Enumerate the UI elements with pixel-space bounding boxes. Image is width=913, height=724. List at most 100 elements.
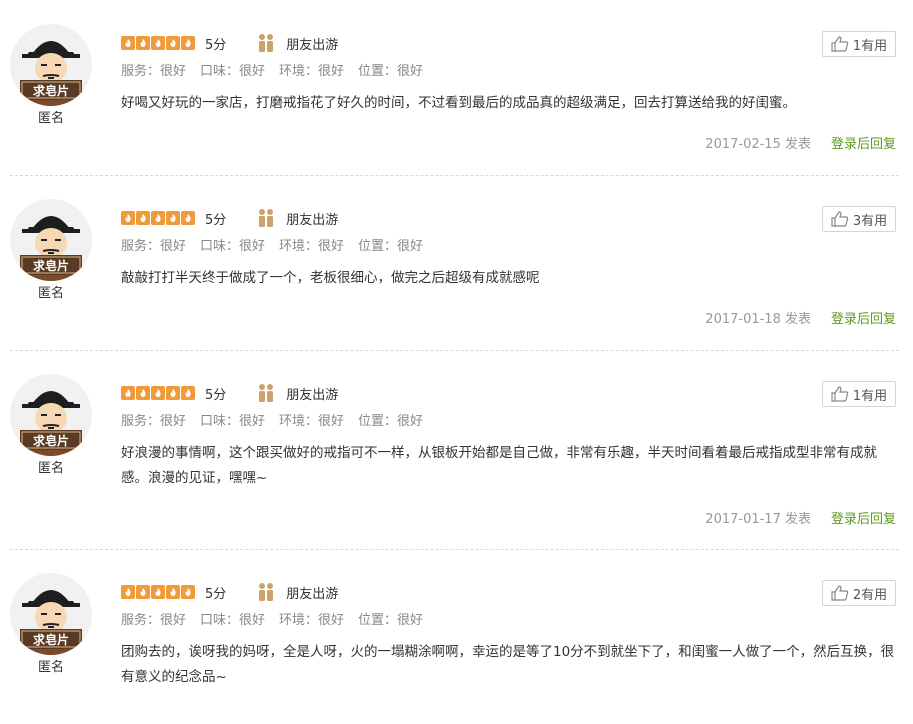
- useful-button[interactable]: 2有用: [822, 580, 896, 606]
- star-icon: [181, 585, 195, 599]
- avatar-banner-text: 求皂片: [33, 433, 69, 448]
- avatar[interactable]: 求皂片: [10, 374, 92, 456]
- sub-rating-item: 环境：很好: [279, 239, 345, 254]
- star-icon: [121, 36, 135, 50]
- sub-rating-item: 环境：很好: [279, 414, 345, 429]
- review-divider: [10, 549, 899, 550]
- avatar[interactable]: 求皂片: [10, 24, 92, 106]
- star-rating: [121, 585, 195, 599]
- user-name[interactable]: 匿名: [8, 460, 94, 478]
- post-date: 2017-01-17 发表: [705, 512, 811, 527]
- avatar-portrait-icon: 求皂片: [10, 573, 92, 655]
- review-meta: 2017-02-15 发表 登录后回复: [705, 133, 896, 152]
- review-item: 求皂片 匿名 5分 朋友出游 服务：很好 口味：很好 环境：很好 位置：很好 好喝又好…: [0, 0, 913, 175]
- reply-link[interactable]: 登录后回复: [831, 508, 896, 527]
- score-text: 5分: [205, 387, 227, 403]
- star-icon: [181, 36, 195, 50]
- star-rating: [121, 36, 195, 50]
- star-icon: [121, 211, 135, 225]
- star-icon: [181, 211, 195, 225]
- friends-trip-icon: [256, 33, 276, 53]
- user-name[interactable]: 匿名: [8, 285, 94, 303]
- sub-rating-item: 位置：很好: [358, 64, 424, 79]
- star-icon: [151, 36, 165, 50]
- sub-rating-item: 位置：很好: [358, 414, 424, 429]
- rating-row: 5分 朋友出游: [121, 33, 338, 53]
- star-icon: [151, 386, 165, 400]
- useful-button[interactable]: 1有用: [822, 381, 896, 407]
- rating-row: 5分 朋友出游: [121, 208, 338, 228]
- star-icon: [166, 386, 180, 400]
- post-date: 2017-02-15 发表: [705, 137, 811, 152]
- user-block: 求皂片 匿名: [8, 573, 94, 677]
- sub-rating-item: 口味：很好: [200, 613, 266, 628]
- review-item: 求皂片 匿名 5分 朋友出游 服务：很好 口味：很好 环境：很好 位置：很好 敲敲打打…: [0, 175, 913, 350]
- sub-ratings: 服务：很好 口味：很好 环境：很好 位置：很好: [121, 410, 423, 429]
- user-name[interactable]: 匿名: [8, 110, 94, 128]
- friends-trip-icon: [256, 383, 276, 403]
- avatar-portrait-icon: 求皂片: [10, 24, 92, 106]
- friends-trip-icon: [256, 208, 276, 228]
- star-rating: [121, 386, 195, 400]
- reply-link[interactable]: 登录后回复: [831, 308, 896, 327]
- star-icon: [136, 36, 150, 50]
- user-block: 求皂片 匿名: [8, 374, 94, 478]
- star-icon: [136, 386, 150, 400]
- star-icon: [121, 386, 135, 400]
- thumbs-up-icon: [831, 211, 849, 227]
- star-icon: [121, 585, 135, 599]
- post-date: 2017-01-18 发表: [705, 312, 811, 327]
- trip-type-label: 朋友出游: [286, 212, 339, 228]
- review-comment: 敲敲打打半天终于做成了一个，老板很细心，做完之后超级有成就感呢: [121, 270, 540, 286]
- score-text: 5分: [205, 586, 227, 602]
- star-icon: [151, 585, 165, 599]
- trip-type-label: 朋友出游: [286, 37, 339, 53]
- score-text: 5分: [205, 212, 227, 228]
- useful-count: 3有用: [852, 213, 888, 229]
- sub-rating-item: 服务：很好: [121, 414, 187, 429]
- useful-count: 1有用: [852, 388, 888, 404]
- review-item: 求皂片 匿名 5分 朋友出游 服务：很好 口味：很好 环境：很好 位置：很好 好浪漫的…: [0, 350, 913, 527]
- sub-rating-item: 口味：很好: [200, 414, 266, 429]
- friends-trip-icon: [256, 582, 276, 602]
- review-item: 求皂片 匿名 5分 朋友出游 服务：很好 口味：很好 环境：很好 位置：很好 团购去的…: [0, 549, 913, 724]
- useful-button[interactable]: 1有用: [822, 31, 896, 57]
- thumbs-up-icon: [831, 36, 849, 52]
- thumbs-up-icon: [831, 585, 849, 601]
- user-block: 求皂片 匿名: [8, 24, 94, 128]
- review-meta: 2017-01-17 发表 登录后回复: [705, 508, 896, 527]
- star-icon: [136, 585, 150, 599]
- user-name[interactable]: 匿名: [8, 659, 94, 677]
- star-icon: [136, 211, 150, 225]
- star-icon: [166, 36, 180, 50]
- reply-link[interactable]: 登录后回复: [831, 133, 896, 152]
- score-text: 5分: [205, 37, 227, 53]
- star-icon: [151, 211, 165, 225]
- trip-type-label: 朋友出游: [286, 586, 339, 602]
- star-rating: [121, 211, 195, 225]
- sub-rating-item: 环境：很好: [279, 64, 345, 79]
- trip-type-label: 朋友出游: [286, 387, 339, 403]
- sub-rating-item: 环境：很好: [279, 613, 345, 628]
- sub-ratings: 服务：很好 口味：很好 环境：很好 位置：很好: [121, 235, 423, 254]
- avatar-banner-text: 求皂片: [33, 258, 69, 273]
- sub-ratings: 服务：很好 口味：很好 环境：很好 位置：很好: [121, 60, 423, 79]
- avatar-portrait-icon: 求皂片: [10, 199, 92, 281]
- rating-row: 5分 朋友出游: [121, 383, 338, 403]
- avatar-banner-text: 求皂片: [33, 83, 69, 98]
- avatar[interactable]: 求皂片: [10, 573, 92, 655]
- sub-rating-item: 服务：很好: [121, 613, 187, 628]
- review-divider: [10, 175, 899, 176]
- review-meta: 2017-01-18 发表 登录后回复: [705, 308, 896, 327]
- star-icon: [181, 386, 195, 400]
- review-comment: 好喝又好玩的一家店，打磨戒指花了好久的时间，不过看到最后的成品真的超级满足，回去…: [121, 95, 796, 111]
- sub-ratings: 服务：很好 口味：很好 环境：很好 位置：很好: [121, 609, 423, 628]
- useful-button[interactable]: 3有用: [822, 206, 896, 232]
- thumbs-up-icon: [831, 386, 849, 402]
- sub-rating-item: 服务：很好: [121, 239, 187, 254]
- useful-count: 2有用: [852, 587, 888, 603]
- avatar-portrait-icon: 求皂片: [10, 374, 92, 456]
- review-comment: 好浪漫的事情啊，这个跟买做好的戒指可不一样，从银板开始都是自己做，非常有乐趣，半…: [121, 445, 877, 486]
- avatar[interactable]: 求皂片: [10, 199, 92, 281]
- sub-rating-item: 口味：很好: [200, 64, 266, 79]
